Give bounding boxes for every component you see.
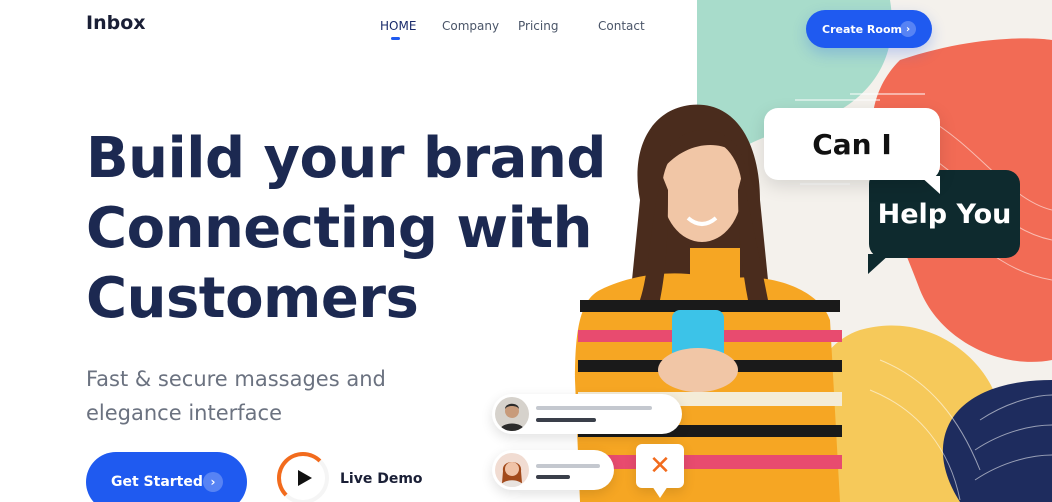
avatar bbox=[495, 453, 529, 487]
create-room-label: Create Room bbox=[822, 22, 902, 36]
nav-item-company[interactable]: Company bbox=[442, 19, 499, 33]
bubble-tail-dark bbox=[868, 254, 890, 274]
chat-message-card bbox=[492, 394, 682, 434]
live-demo-link[interactable]: Live Demo bbox=[340, 471, 423, 487]
nav-item-pricing[interactable]: Pricing bbox=[518, 19, 558, 33]
close-box-tail bbox=[652, 486, 668, 498]
message-line-placeholder bbox=[536, 418, 596, 422]
bubble-text: Help You bbox=[877, 198, 1012, 230]
hero-subtitle-line: elegance interface bbox=[86, 401, 282, 425]
bubble-tail-light bbox=[920, 176, 940, 194]
nav-item-label: HOME bbox=[380, 19, 417, 33]
hero-subtitle-line: Fast & secure massages and bbox=[86, 367, 386, 391]
nav-item-contact[interactable]: Contact bbox=[598, 19, 645, 33]
get-started-button[interactable]: Get Started › bbox=[86, 452, 247, 502]
speech-bubble-help-you: Help You bbox=[869, 170, 1020, 258]
play-demo-button[interactable] bbox=[277, 452, 329, 502]
message-line-placeholder bbox=[536, 464, 600, 468]
hero-title: Build your brand Connecting with Custome… bbox=[86, 124, 646, 334]
chevron-right-icon: › bbox=[900, 21, 916, 37]
get-started-label: Get Started bbox=[111, 474, 203, 490]
hero-title-line: Connecting with bbox=[86, 196, 592, 261]
create-room-button[interactable]: Create Room › bbox=[806, 10, 932, 48]
close-icon[interactable]: ✕ bbox=[636, 444, 684, 488]
brand-logo[interactable]: Inbox bbox=[86, 12, 146, 34]
nav-item-home[interactable]: HOME bbox=[380, 19, 417, 40]
chevron-right-icon: › bbox=[203, 472, 223, 492]
chat-message-card bbox=[492, 450, 614, 490]
hero-title-line: Build your brand bbox=[86, 126, 606, 191]
landing-page: Inbox HOME Company Pricing Contact Creat… bbox=[0, 0, 1052, 502]
message-line-placeholder bbox=[536, 406, 652, 410]
hero-subtitle: Fast & secure massages and elegance inte… bbox=[86, 362, 446, 430]
hero-title-line: Customers bbox=[86, 266, 419, 331]
avatar bbox=[495, 397, 529, 431]
bubble-text: Can I bbox=[812, 127, 892, 161]
active-indicator bbox=[391, 37, 400, 40]
message-line-placeholder bbox=[536, 475, 570, 479]
play-icon bbox=[298, 470, 312, 486]
speech-bubble-can-i: Can I bbox=[764, 108, 940, 180]
